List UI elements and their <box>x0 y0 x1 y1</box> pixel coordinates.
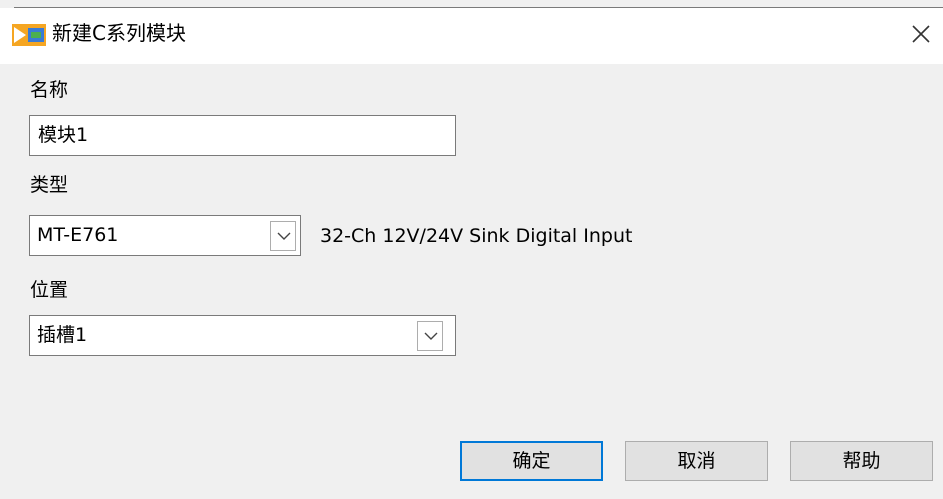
name-input[interactable]: 模块1 <box>29 115 456 156</box>
location-dropdown-button[interactable] <box>417 321 443 351</box>
type-select-value: MT-E761 <box>37 224 119 246</box>
labview-vi-icon <box>12 24 46 46</box>
window-title: 新建C系列模块 <box>52 21 186 45</box>
type-label: 类型 <box>30 174 69 196</box>
ok-button[interactable]: 确定 <box>460 441 603 481</box>
chevron-down-icon <box>277 232 291 240</box>
close-icon[interactable] <box>907 20 935 48</box>
chevron-down-icon <box>424 332 438 340</box>
type-description: 32-Ch 12V/24V Sink Digital Input <box>320 225 633 247</box>
name-label: 名称 <box>30 79 69 101</box>
location-label: 位置 <box>30 279 69 301</box>
location-select-value: 插槽1 <box>37 324 88 346</box>
location-select[interactable]: 插槽1 <box>29 315 456 356</box>
cancel-button[interactable]: 取消 <box>625 441 768 481</box>
type-select[interactable]: MT-E761 <box>29 215 301 256</box>
help-button[interactable]: 帮助 <box>790 441 933 481</box>
type-dropdown-button[interactable] <box>270 221 296 251</box>
